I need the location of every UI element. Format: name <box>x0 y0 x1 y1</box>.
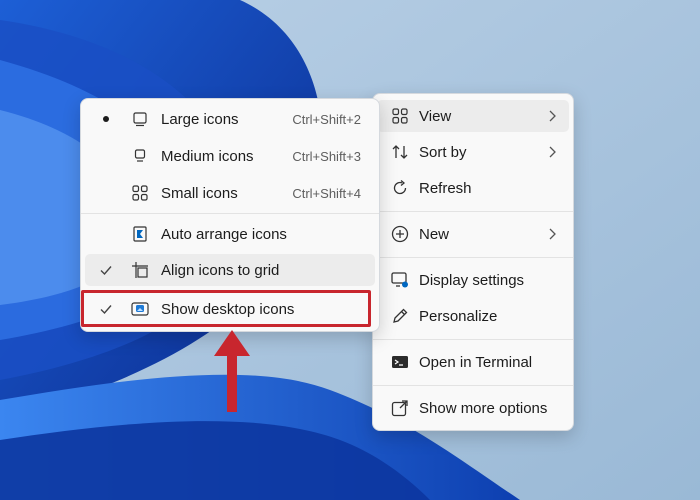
submenu-item-small-icons[interactable]: Small icons Ctrl+Shift+4 <box>85 177 375 209</box>
grid-align-icon <box>131 261 149 279</box>
menu-item-sort-by[interactable]: Sort by <box>377 136 569 168</box>
submenu-item-auto-arrange-icons[interactable]: Auto arrange icons <box>85 218 375 250</box>
desktop-context-menu: View Sort by Refresh New Display setting… <box>372 93 574 431</box>
menu-item-label: Personalize <box>419 307 498 325</box>
menu-item-new[interactable]: New <box>377 218 569 250</box>
menu-item-label: Show more options <box>419 399 548 417</box>
display-settings-icon <box>391 271 409 289</box>
up-arrow-annotation-icon <box>214 330 250 412</box>
submenu-item-large-icons[interactable]: Large icons Ctrl+Shift+2 <box>85 103 375 135</box>
highlight-annotation-box <box>81 290 371 327</box>
menu-item-label: Refresh <box>419 179 472 197</box>
submenu-item-label: Small icons <box>161 184 238 202</box>
menu-item-view[interactable]: View <box>377 100 569 132</box>
menu-item-display-settings[interactable]: Display settings <box>377 264 569 296</box>
chevron-right-icon <box>549 110 556 122</box>
menu-item-open-in-terminal[interactable]: Open in Terminal <box>377 346 569 378</box>
submenu-item-label: Auto arrange icons <box>161 225 287 243</box>
submenu-item-label: Align icons to grid <box>161 261 280 279</box>
submenu-item-align-icons-to-grid[interactable]: Align icons to grid <box>85 254 375 286</box>
chevron-right-icon <box>549 228 556 240</box>
menu-item-show-more-options[interactable]: Show more options <box>377 392 569 424</box>
plus-circle-icon <box>391 225 409 243</box>
terminal-icon <box>391 353 409 371</box>
auto-arrange-icon <box>131 225 149 243</box>
grid-four-icon <box>391 107 409 125</box>
menu-item-label: Display settings <box>419 271 525 289</box>
submenu-item-label: Large icons <box>161 110 239 128</box>
sort-arrows-icon <box>391 143 409 161</box>
keyboard-shortcut: Ctrl+Shift+3 <box>292 148 361 164</box>
menu-item-label: View <box>419 107 452 125</box>
menu-separator <box>373 257 573 258</box>
monitor-icon <box>131 110 149 128</box>
checkmark-icon <box>100 266 112 276</box>
menu-item-label: New <box>419 225 450 243</box>
refresh-icon <box>391 179 409 197</box>
pen-icon <box>391 307 409 325</box>
menu-item-label: Sort by <box>419 143 467 161</box>
submenu-item-label: Medium icons <box>161 147 254 165</box>
menu-item-label: Open in Terminal <box>419 353 533 371</box>
keyboard-shortcut: Ctrl+Shift+2 <box>292 111 361 127</box>
menu-separator <box>373 385 573 386</box>
monitor-small-icon <box>131 147 149 165</box>
keyboard-shortcut: Ctrl+Shift+4 <box>292 185 361 201</box>
external-link-icon <box>391 399 409 417</box>
menu-separator <box>373 211 573 212</box>
selected-bullet-icon <box>103 116 109 122</box>
menu-item-refresh[interactable]: Refresh <box>377 172 569 204</box>
menu-separator <box>373 339 573 340</box>
grid-four-icon <box>131 184 149 202</box>
submenu-item-medium-icons[interactable]: Medium icons Ctrl+Shift+3 <box>85 140 375 172</box>
menu-item-personalize[interactable]: Personalize <box>377 300 569 332</box>
menu-separator <box>81 213 379 214</box>
chevron-right-icon <box>549 146 556 158</box>
